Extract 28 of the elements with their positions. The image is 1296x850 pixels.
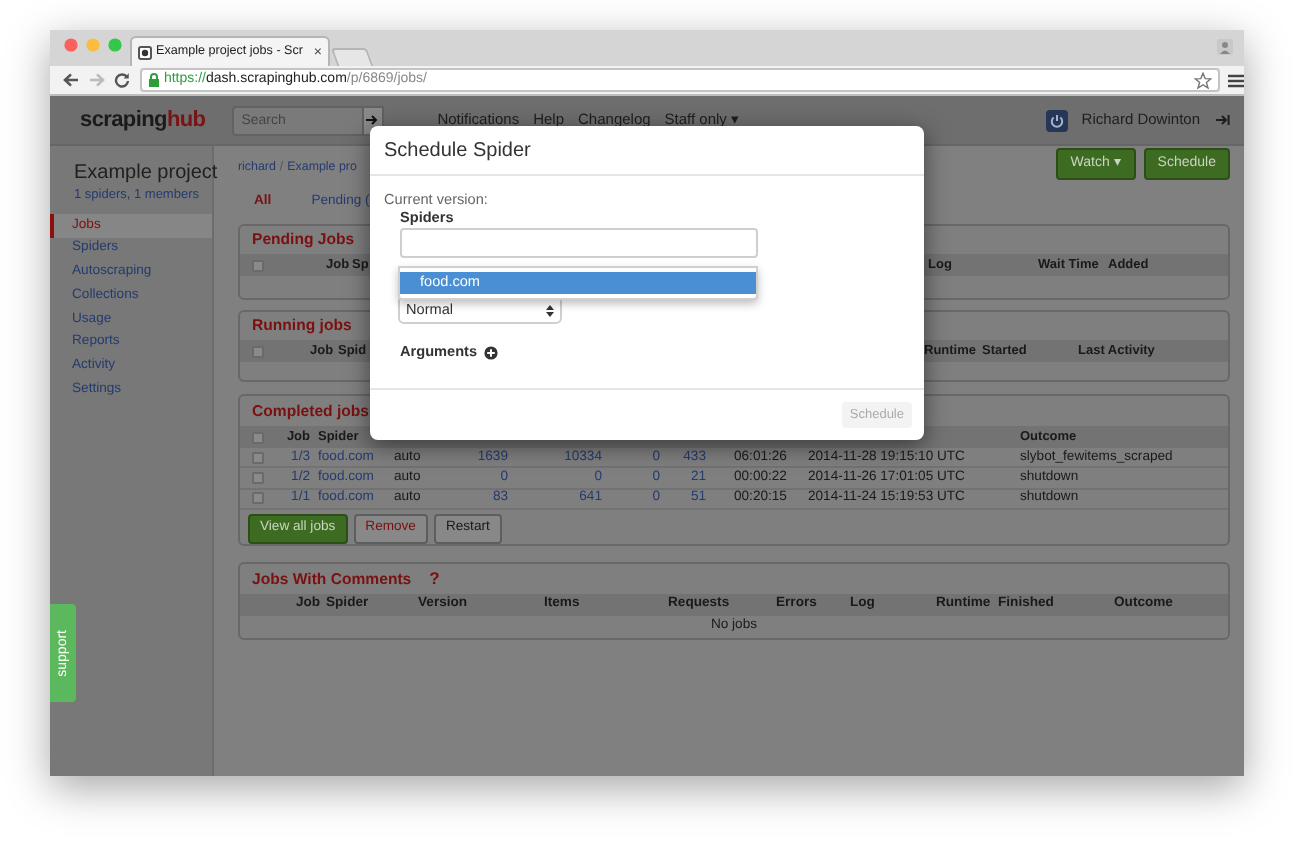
add-icon[interactable] xyxy=(483,345,498,360)
avatar-icon xyxy=(1045,109,1068,131)
logo[interactable]: scrapinghub xyxy=(80,103,206,137)
lock-icon xyxy=(147,72,160,88)
new-tab-button[interactable] xyxy=(330,48,374,66)
modal-title: Schedule Spider xyxy=(384,137,531,165)
reload-icon[interactable] xyxy=(113,72,130,88)
spiders-field[interactable] xyxy=(400,228,758,258)
updown-icon xyxy=(546,303,554,317)
logout-icon[interactable] xyxy=(1216,114,1230,126)
forward-icon[interactable] xyxy=(87,72,106,88)
zoom-icon[interactable] xyxy=(108,38,122,52)
minimize-icon[interactable] xyxy=(86,38,100,52)
person-icon[interactable] xyxy=(1216,38,1234,56)
back-icon[interactable] xyxy=(62,72,80,88)
star-icon[interactable] xyxy=(1194,71,1213,89)
favicon-icon xyxy=(138,45,152,59)
arrow-icon xyxy=(366,114,379,126)
checkbox[interactable] xyxy=(252,259,264,271)
checkbox[interactable] xyxy=(252,431,264,443)
help-link[interactable]: ? xyxy=(429,566,440,592)
checkbox[interactable] xyxy=(252,451,264,464)
checkbox[interactable] xyxy=(252,345,264,357)
close-window-icon[interactable] xyxy=(64,38,78,52)
project-title: Example project xyxy=(74,160,218,188)
menu-icon[interactable] xyxy=(1228,73,1244,87)
checkbox[interactable] xyxy=(252,492,264,505)
checkbox[interactable] xyxy=(252,471,264,484)
